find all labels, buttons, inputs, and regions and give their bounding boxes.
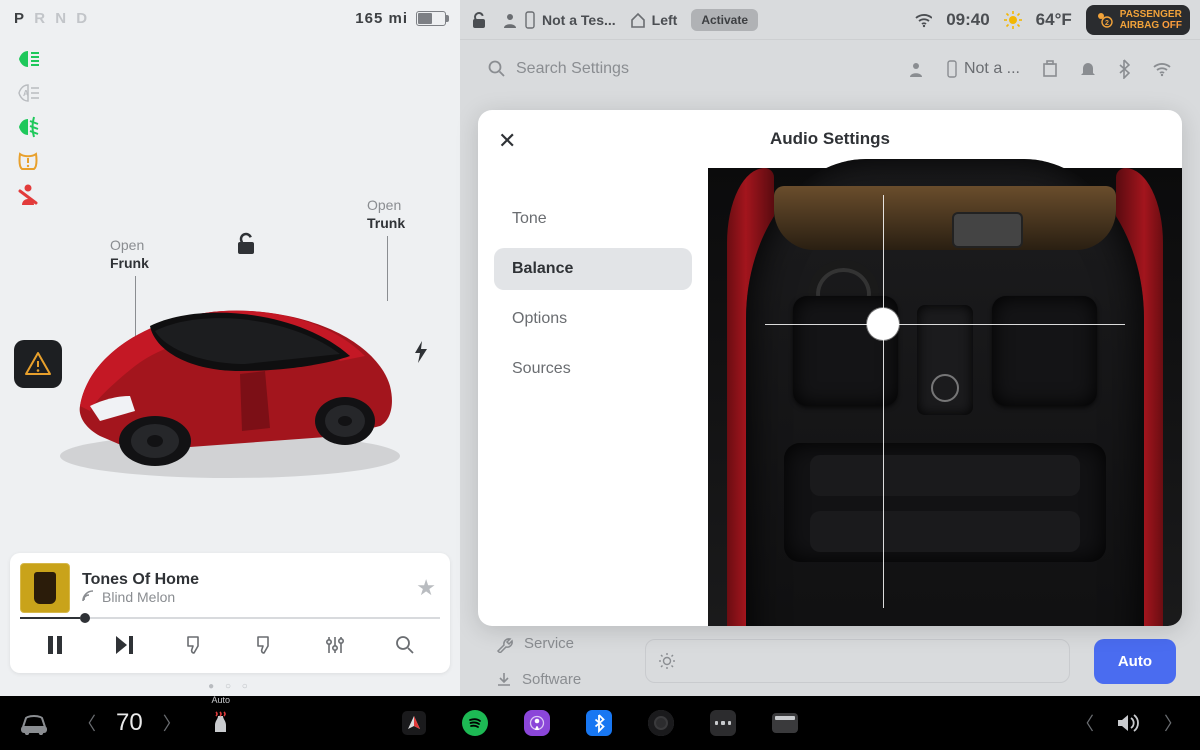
wifi-icon[interactable]	[914, 11, 932, 29]
notifications-icon[interactable]	[1080, 60, 1096, 78]
profile-icon[interactable]	[908, 61, 924, 77]
balance-axis-vertical	[883, 195, 884, 607]
tab-options[interactable]: Options	[494, 298, 692, 340]
audio-settings-tabs: Tone Balance Options Sources	[478, 168, 708, 626]
gear-r: R	[34, 10, 46, 27]
gear-d: D	[76, 10, 88, 27]
left-top-bar: P R N D 165 mi	[0, 0, 460, 31]
charge-bolt-icon	[413, 341, 429, 363]
wifi-settings-icon[interactable]	[1152, 61, 1172, 77]
media-card: Tones Of Home Blind Melon ★	[10, 553, 450, 673]
balance-pad[interactable]	[708, 168, 1182, 626]
bluetooth-app-button[interactable]	[586, 710, 612, 736]
temp-up-button[interactable]: 〉	[163, 710, 181, 736]
temp-down-button[interactable]: 〈	[78, 710, 96, 736]
homelink-status[interactable]: Left	[630, 12, 678, 28]
settings-item-service[interactable]: Service	[496, 635, 581, 653]
more-apps-button[interactable]	[710, 710, 736, 736]
volume-icon[interactable]	[1116, 712, 1142, 734]
media-search-button[interactable]	[388, 631, 422, 659]
range-battery: 165 mi	[355, 10, 446, 27]
brightness-auto-button[interactable]: Auto	[1094, 639, 1176, 684]
activate-button[interactable]: Activate	[691, 9, 758, 31]
podcasts-app-button[interactable]	[524, 710, 550, 736]
outside-temp: 64°F	[1036, 10, 1072, 30]
dashcam-app-button[interactable]	[648, 710, 674, 736]
svg-text:2: 2	[1105, 20, 1109, 27]
trunk-callout[interactable]: Open Trunk	[367, 196, 405, 232]
tab-balance[interactable]: Balance	[494, 248, 692, 290]
clock: 09:40	[946, 10, 989, 30]
settings-header-dimmed: Search Settings Not a ...	[460, 40, 1200, 98]
media-progress[interactable]	[20, 617, 440, 619]
pause-button[interactable]	[38, 631, 72, 659]
audio-settings-modal: ✕ Audio Settings Tone Balance Options So…	[478, 110, 1182, 626]
sentry-icon[interactable]	[1042, 60, 1058, 78]
radio-app-button[interactable]	[772, 710, 798, 736]
sun-icon	[1004, 11, 1022, 29]
gear-n: N	[55, 10, 67, 27]
equalizer-button[interactable]	[318, 631, 352, 659]
profile-status[interactable]: Not a Tes...	[502, 11, 616, 29]
balance-handle[interactable]	[867, 308, 899, 340]
airbag-indicator: 2 PASSENGERAIRBAG OFF	[1086, 5, 1190, 35]
next-button[interactable]	[108, 631, 142, 659]
page-dots: ● ○ ○	[0, 681, 460, 696]
tab-tone[interactable]: Tone	[494, 198, 692, 240]
thumbs-down-button[interactable]	[178, 631, 212, 659]
status-bar: Not a Tes... Left Activate 09:40 64°F 2 …	[460, 0, 1200, 40]
lock-icon[interactable]	[235, 231, 257, 255]
car-visualization: Open Frunk Open Trunk	[0, 31, 460, 553]
battery-icon	[416, 11, 446, 26]
gear-indicator: P R N D	[14, 10, 92, 27]
seat-heat-button[interactable]: Auto	[209, 711, 233, 735]
close-icon[interactable]: ✕	[498, 128, 516, 154]
spotify-app-button[interactable]	[462, 710, 488, 736]
settings-footer-dimmed: Service Software Auto	[460, 626, 1200, 696]
gear-p: P	[14, 10, 25, 27]
car-render	[40, 256, 420, 486]
cast-icon	[82, 590, 96, 604]
bottom-dock: 〈 70 〉 Auto 〈 〉	[0, 696, 1200, 750]
balance-axis-horizontal	[765, 324, 1125, 325]
content-panel: Not a Tes... Left Activate 09:40 64°F 2 …	[460, 0, 1200, 696]
favorite-button[interactable]: ★	[416, 575, 436, 601]
car-controls-button[interactable]	[18, 711, 50, 735]
settings-search[interactable]: Search Settings	[488, 60, 808, 78]
balance-center-marker	[931, 374, 959, 402]
dock-apps	[402, 710, 798, 736]
tab-sources[interactable]: Sources	[494, 348, 692, 390]
settings-item-software[interactable]: Software	[496, 671, 581, 688]
bluetooth-icon[interactable]	[1118, 59, 1130, 79]
driver-temp-value: 70	[116, 709, 143, 737]
alerts-button[interactable]	[14, 340, 62, 388]
range-value: 165 mi	[355, 10, 408, 27]
volume-down-button[interactable]: 〈	[1076, 710, 1094, 736]
track-artist: Blind Melon	[82, 589, 404, 605]
volume-up-button[interactable]: 〉	[1164, 710, 1182, 736]
driver-temp-control: 〈 70 〉	[78, 709, 181, 737]
thumbs-up-button[interactable]	[248, 631, 282, 659]
modal-title: Audio Settings	[770, 129, 890, 149]
track-title: Tones Of Home	[82, 571, 404, 589]
nav-app-button[interactable]	[402, 711, 426, 735]
album-art[interactable]	[20, 563, 70, 613]
brightness-slider[interactable]	[645, 639, 1070, 683]
vehicle-panel: P R N D 165 mi A	[0, 0, 460, 696]
lock-status-icon[interactable]	[470, 11, 488, 29]
